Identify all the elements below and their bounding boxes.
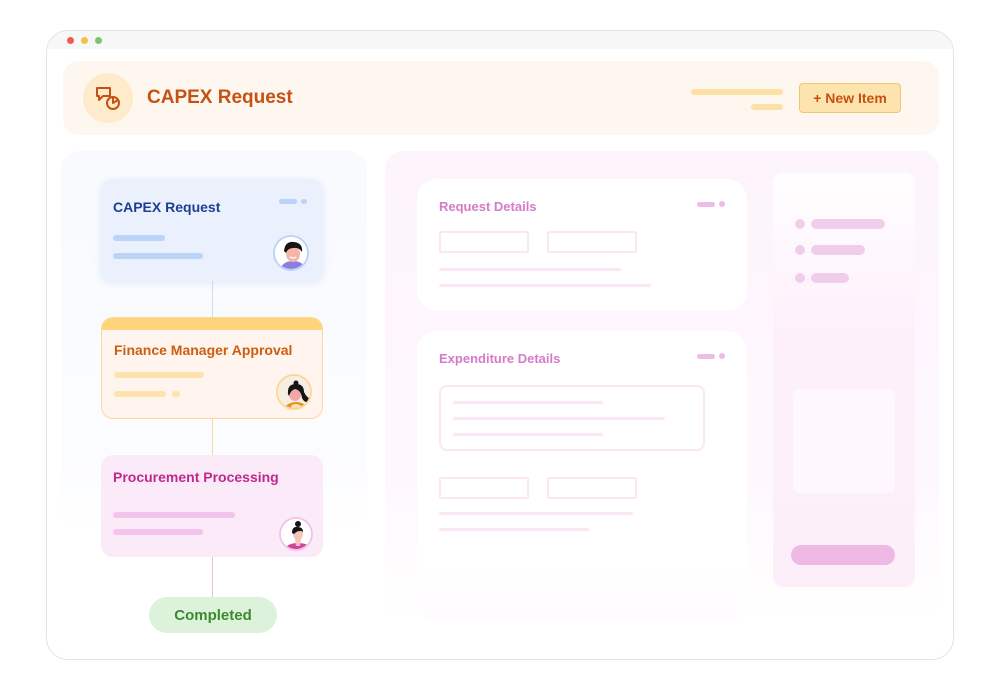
step-menu-indicator <box>301 199 307 204</box>
placeholder-line <box>114 372 204 378</box>
section-title: Request Details <box>439 199 537 214</box>
page-header: CAPEX Request + New Item <box>63 61 939 135</box>
summary-side-card <box>773 173 915 587</box>
placeholder-line <box>113 253 203 259</box>
placeholder-line <box>453 433 603 436</box>
step-title: Procurement Processing <box>113 469 279 485</box>
request-field-input[interactable] <box>547 231 637 253</box>
expenditure-field-input[interactable] <box>547 477 637 499</box>
workflow-connector <box>212 281 213 317</box>
placeholder-line <box>439 284 651 287</box>
chat-pie-chart-icon <box>83 73 133 123</box>
header-placeholder-line <box>751 104 783 110</box>
man-avatar <box>273 235 309 271</box>
form-panel: Request Details Expenditure Details <box>385 151 939 621</box>
workflow-connector <box>212 557 213 597</box>
request-details-card: Request Details <box>417 179 747 311</box>
app-window: CAPEX Request + New Item CAPEX Request F… <box>46 30 954 660</box>
page-title: CAPEX Request <box>147 87 293 108</box>
request-field-input[interactable] <box>439 231 529 253</box>
placeholder-line <box>113 529 203 535</box>
section-menu-indicator[interactable] <box>719 353 725 359</box>
close-window-button[interactable] <box>67 37 74 44</box>
woman-bun-avatar <box>279 517 313 551</box>
placeholder-line <box>439 528 589 531</box>
placeholder-line <box>453 417 665 420</box>
expenditure-field-input[interactable] <box>439 477 529 499</box>
summary-preview-box <box>793 389 895 493</box>
step-title: Finance Manager Approval <box>114 342 293 358</box>
placeholder-line <box>811 273 849 283</box>
submit-button[interactable] <box>791 545 895 565</box>
placeholder-line <box>439 268 621 271</box>
placeholder-line <box>113 512 235 518</box>
minimize-window-button[interactable] <box>81 37 88 44</box>
placeholder-line <box>439 512 633 515</box>
new-item-button[interactable]: + New Item <box>799 83 901 113</box>
workflow-step-capex-request[interactable]: CAPEX Request <box>101 179 323 281</box>
maximize-window-button[interactable] <box>95 37 102 44</box>
workflow-connector <box>212 419 213 455</box>
placeholder-line <box>811 219 885 229</box>
workflow-step-finance-manager-approval[interactable]: Finance Manager Approval <box>101 317 323 419</box>
list-bullet <box>795 219 805 229</box>
placeholder-line <box>114 391 166 397</box>
expenditure-description-textarea[interactable] <box>439 385 705 451</box>
list-bullet <box>795 273 805 283</box>
placeholder-line <box>113 235 165 241</box>
section-title: Expenditure Details <box>439 351 561 366</box>
section-menu-indicator[interactable] <box>719 201 725 207</box>
placeholder-dot <box>172 391 180 397</box>
placeholder-line <box>811 245 865 255</box>
step-title: CAPEX Request <box>113 199 221 215</box>
step-menu-indicator <box>279 199 297 204</box>
active-step-band <box>102 318 322 330</box>
list-bullet <box>795 245 805 255</box>
completed-status-badge: Completed <box>149 597 277 633</box>
woman-avatar <box>276 374 312 410</box>
expenditure-details-card: Expenditure Details <box>417 331 747 621</box>
title-bar <box>47 31 953 49</box>
placeholder-line <box>453 401 603 404</box>
section-menu-indicator[interactable] <box>697 354 715 359</box>
section-menu-indicator[interactable] <box>697 202 715 207</box>
workflow-step-procurement-processing[interactable]: Procurement Processing <box>101 455 323 557</box>
header-placeholder-line <box>691 89 783 95</box>
